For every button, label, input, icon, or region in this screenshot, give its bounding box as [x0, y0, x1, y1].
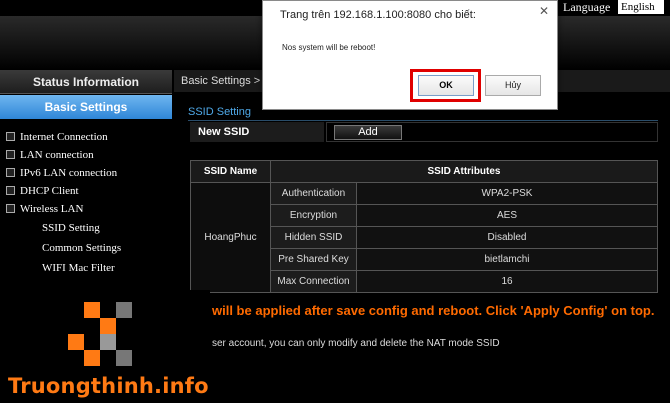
table-header-row: SSID Name SSID Attributes [190, 160, 658, 183]
expand-box-icon [6, 150, 15, 159]
notice-apply-config: will be applied after save config and re… [212, 303, 655, 318]
language-label: Language [563, 0, 611, 14]
sidebar-subitem-common-settings[interactable]: Common Settings [0, 238, 172, 258]
table-row: HoangPhuc Authentication WPA2-PSK [190, 182, 658, 293]
alert-dialog: Trang trên 192.168.1.100:8080 cho biết: … [262, 0, 558, 110]
notice-user-account: ser account, you can only modify and del… [212, 338, 500, 349]
sidebar-item-lan-connection[interactable]: LAN connection [0, 146, 172, 164]
expand-box-icon [6, 168, 15, 177]
new-ssid-label: New SSID [190, 122, 324, 142]
watermark-text: Truongthinh.info [8, 374, 209, 398]
attr-value: AES [356, 204, 658, 227]
dialog-title: Trang trên 192.168.1.100:8080 cho biết: [280, 9, 476, 21]
sidebar-item-label: LAN connection [20, 149, 94, 161]
sidebar-item-label: DHCP Client [20, 185, 79, 197]
section-divider [188, 120, 658, 121]
sidebar-status-information[interactable]: Status Information [0, 70, 172, 94]
sidebar: Status Information Basic Settings Intern… [0, 70, 172, 290]
ssid-table: SSID Name SSID Attributes HoangPhuc Auth… [190, 160, 658, 293]
attr-value: bietlamchi [356, 248, 658, 271]
close-icon[interactable]: ✕ [539, 4, 549, 18]
sidebar-basic-settings[interactable]: Basic Settings [0, 95, 172, 119]
language-select[interactable]: English [618, 0, 664, 14]
add-ssid-button[interactable]: Add [334, 125, 402, 140]
attr-value: Disabled [356, 226, 658, 249]
sidebar-subitem-ssid-setting[interactable]: SSID Setting [0, 218, 172, 238]
cancel-button[interactable]: Hủy [485, 75, 541, 96]
sidebar-menu: Internet Connection LAN connection IPv6 … [0, 128, 172, 278]
section-title: SSID Setting [188, 106, 251, 118]
sidebar-item-label: IPv6 LAN connection [20, 167, 118, 179]
ok-button[interactable]: OK [418, 75, 474, 96]
attr-value: 16 [356, 270, 658, 293]
expand-box-icon [6, 186, 15, 195]
attr-key: Hidden SSID [270, 226, 357, 249]
sidebar-item-internet-connection[interactable]: Internet Connection [0, 128, 172, 146]
expand-box-icon [6, 204, 15, 213]
attr-key: Max Connection [270, 270, 357, 293]
sidebar-item-label: Internet Connection [20, 131, 108, 143]
attr-key: Pre Shared Key [270, 248, 357, 271]
sidebar-subitem-wifi-mac-filter[interactable]: WIFI Mac Filter [0, 258, 172, 278]
sidebar-item-ipv6-lan-connection[interactable]: IPv6 LAN connection [0, 164, 172, 182]
sidebar-item-wireless-lan[interactable]: Wireless LAN [0, 200, 172, 218]
column-header-ssid-name: SSID Name [190, 160, 271, 183]
column-header-ssid-attributes: SSID Attributes [270, 160, 658, 183]
watermark-logo: Truongthinh.info [0, 290, 210, 403]
expand-box-icon [6, 132, 15, 141]
attr-key: Encryption [270, 204, 357, 227]
attr-value: WPA2-PSK [356, 182, 658, 205]
ssid-name-cell[interactable]: HoangPhuc [190, 182, 271, 293]
sidebar-item-label: Wireless LAN [20, 203, 84, 215]
attr-key: Authentication [270, 182, 357, 205]
logo-mark-icon [68, 302, 132, 366]
dialog-message: Nos system will be reboot! [282, 43, 376, 52]
sidebar-item-dhcp-client[interactable]: DHCP Client [0, 182, 172, 200]
